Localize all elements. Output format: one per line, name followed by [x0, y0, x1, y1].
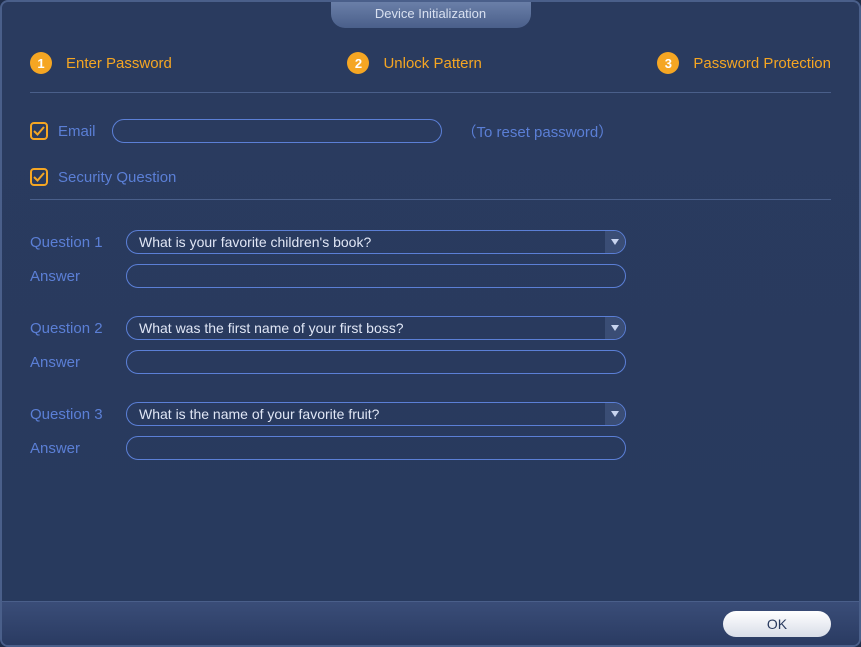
answer-2-label: Answer [30, 354, 126, 371]
step-enter-password: 1 Enter Password [30, 52, 172, 74]
question-2-label: Question 2 [30, 320, 126, 337]
security-question-label: Security Question [58, 169, 176, 186]
email-hint: （To reset password） [462, 121, 614, 142]
step-number-3: 3 [657, 52, 679, 74]
question-3-label: Question 3 [30, 406, 126, 423]
ok-button[interactable]: OK [723, 611, 831, 637]
question-1-select[interactable]: What is your favorite children's book? [126, 230, 626, 254]
question-block-3: Question 3 What is the name of your favo… [30, 402, 831, 460]
question-block-2: Question 2 What was the first name of yo… [30, 316, 831, 374]
question-1-label: Question 1 [30, 234, 126, 251]
answer-3-input[interactable] [126, 436, 626, 460]
email-checkbox[interactable] [30, 122, 48, 140]
step-password-protection: 3 Password Protection [657, 52, 831, 74]
footer-bar: OK [2, 601, 859, 645]
divider [30, 199, 831, 200]
step-label-1: Enter Password [66, 55, 172, 72]
question-2-select[interactable]: What was the first name of your first bo… [126, 316, 626, 340]
check-icon [33, 125, 45, 137]
email-input[interactable] [112, 119, 442, 143]
answer-1-label: Answer [30, 268, 126, 285]
wizard-steps: 1 Enter Password 2 Unlock Pattern 3 Pass… [30, 52, 831, 92]
step-label-3: Password Protection [693, 55, 831, 72]
security-question-checkbox[interactable] [30, 168, 48, 186]
answer-2-input[interactable] [126, 350, 626, 374]
window-title: Device Initialization [331, 2, 531, 28]
question-block-1: Question 1 What is your favorite childre… [30, 230, 831, 288]
step-label-2: Unlock Pattern [383, 55, 481, 72]
step-unlock-pattern: 2 Unlock Pattern [347, 52, 481, 74]
check-icon [33, 171, 45, 183]
divider [30, 92, 831, 93]
question-3-select[interactable]: What is the name of your favorite fruit? [126, 402, 626, 426]
answer-3-label: Answer [30, 440, 126, 457]
device-initialization-window: Device Initialization 1 Enter Password 2… [0, 0, 861, 647]
answer-1-input[interactable] [126, 264, 626, 288]
step-number-1: 1 [30, 52, 52, 74]
step-number-2: 2 [347, 52, 369, 74]
email-label: Email [58, 123, 96, 140]
